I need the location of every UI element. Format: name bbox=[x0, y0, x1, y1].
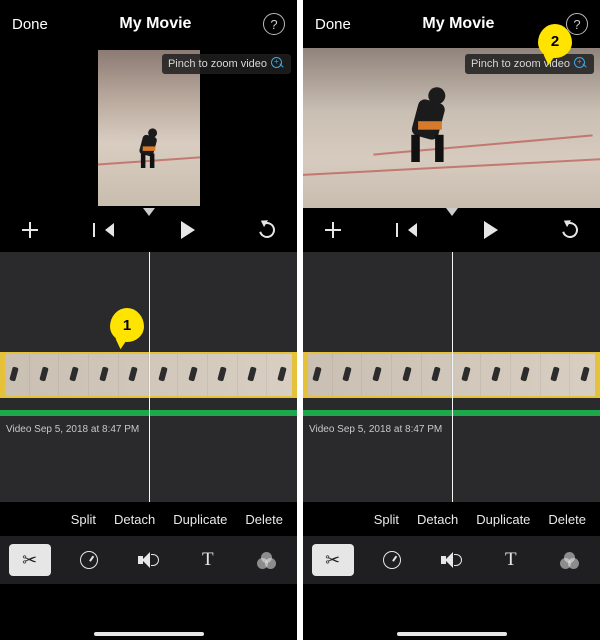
play-icon bbox=[181, 221, 195, 239]
zoom-hint[interactable]: Pinch to zoom video + bbox=[465, 54, 594, 74]
skip-start-button[interactable] bbox=[93, 214, 125, 246]
bottom-toolbar: ✂ T bbox=[303, 536, 600, 584]
play-button[interactable] bbox=[172, 214, 204, 246]
titles-tool[interactable]: T bbox=[490, 544, 532, 576]
clip-trim-end[interactable] bbox=[292, 352, 297, 398]
zoom-hint[interactable]: Pinch to zoom video + bbox=[162, 54, 291, 74]
annotation-callout: 1 bbox=[110, 308, 144, 342]
clip-actions: Split Detach Duplicate Delete bbox=[303, 502, 600, 536]
skip-start-icon bbox=[408, 223, 417, 237]
filters-tool[interactable] bbox=[549, 544, 591, 576]
zoom-hint-label: Pinch to zoom video bbox=[168, 58, 267, 70]
scissors-icon: ✂ bbox=[22, 550, 37, 571]
callout-number: 2 bbox=[551, 33, 559, 50]
trim-tool[interactable]: ✂ bbox=[9, 544, 51, 576]
screen-left: Done My Movie ? Pinch to zoom video + bbox=[0, 0, 297, 640]
clip-metadata: Video Sep 5, 2018 at 8:47 PM bbox=[6, 424, 139, 435]
volume-tool[interactable] bbox=[430, 544, 472, 576]
text-icon: T bbox=[202, 549, 214, 571]
detach-button[interactable]: Detach bbox=[417, 512, 458, 527]
playhead[interactable] bbox=[452, 252, 454, 502]
video-preview[interactable]: Pinch to zoom video + bbox=[303, 48, 600, 208]
home-indicator[interactable] bbox=[94, 632, 204, 636]
playhead-marker-icon bbox=[446, 208, 458, 216]
clip-metadata: Video Sep 5, 2018 at 8:47 PM bbox=[309, 424, 442, 435]
filters-icon bbox=[257, 552, 277, 568]
text-icon: T bbox=[505, 549, 517, 571]
skip-start-icon bbox=[105, 223, 114, 237]
transport-bar bbox=[0, 208, 297, 252]
detach-button[interactable]: Detach bbox=[114, 512, 155, 527]
home-indicator[interactable] bbox=[397, 632, 507, 636]
plus-icon bbox=[22, 222, 38, 238]
clip-trim-end[interactable] bbox=[595, 352, 600, 398]
play-icon bbox=[484, 221, 498, 239]
add-media-button[interactable] bbox=[317, 214, 349, 246]
zoom-in-icon: + bbox=[574, 57, 588, 71]
filters-icon bbox=[560, 552, 580, 568]
playhead-marker-icon bbox=[143, 208, 155, 216]
callout-number: 1 bbox=[123, 317, 131, 334]
annotation-callout: 2 bbox=[538, 24, 572, 58]
help-button[interactable]: ? bbox=[263, 13, 285, 35]
split-button[interactable]: Split bbox=[374, 512, 399, 527]
delete-button[interactable]: Delete bbox=[548, 512, 586, 527]
split-button[interactable]: Split bbox=[71, 512, 96, 527]
playhead[interactable] bbox=[149, 252, 151, 502]
done-button[interactable]: Done bbox=[315, 16, 351, 33]
done-button[interactable]: Done bbox=[12, 16, 48, 33]
plus-icon bbox=[325, 222, 341, 238]
add-media-button[interactable] bbox=[14, 214, 46, 246]
trim-tool[interactable]: ✂ bbox=[312, 544, 354, 576]
play-button[interactable] bbox=[475, 214, 507, 246]
top-bar: Done My Movie ? bbox=[0, 0, 297, 48]
timeline[interactable]: Video Sep 5, 2018 at 8:47 PM bbox=[303, 252, 600, 502]
scissors-icon: ✂ bbox=[325, 550, 340, 571]
project-title: My Movie bbox=[48, 15, 263, 33]
volume-icon bbox=[441, 552, 461, 568]
speed-tool[interactable] bbox=[371, 544, 413, 576]
skip-start-button[interactable] bbox=[396, 214, 428, 246]
timeline[interactable]: 1 Video Sep 5, 2018 at 8:47 PM bbox=[0, 252, 297, 502]
volume-icon bbox=[138, 552, 158, 568]
undo-button[interactable] bbox=[554, 214, 586, 246]
delete-button[interactable]: Delete bbox=[245, 512, 283, 527]
titles-tool[interactable]: T bbox=[187, 544, 229, 576]
undo-icon bbox=[559, 219, 581, 241]
zoom-in-icon: + bbox=[271, 57, 285, 71]
project-title: My Movie bbox=[351, 15, 566, 33]
transport-bar bbox=[303, 208, 600, 252]
video-preview[interactable]: Pinch to zoom video + bbox=[0, 48, 297, 208]
duplicate-button[interactable]: Duplicate bbox=[173, 512, 227, 527]
duplicate-button[interactable]: Duplicate bbox=[476, 512, 530, 527]
bottom-toolbar: ✂ T bbox=[0, 536, 297, 584]
screen-right: Done My Movie ? 2 Pinch to zoom video + bbox=[303, 0, 600, 640]
undo-icon bbox=[256, 219, 278, 241]
filters-tool[interactable] bbox=[246, 544, 288, 576]
speedometer-icon bbox=[383, 551, 401, 569]
clip-actions: Split Detach Duplicate Delete bbox=[0, 502, 297, 536]
volume-tool[interactable] bbox=[127, 544, 169, 576]
speedometer-icon bbox=[80, 551, 98, 569]
undo-button[interactable] bbox=[251, 214, 283, 246]
speed-tool[interactable] bbox=[68, 544, 110, 576]
